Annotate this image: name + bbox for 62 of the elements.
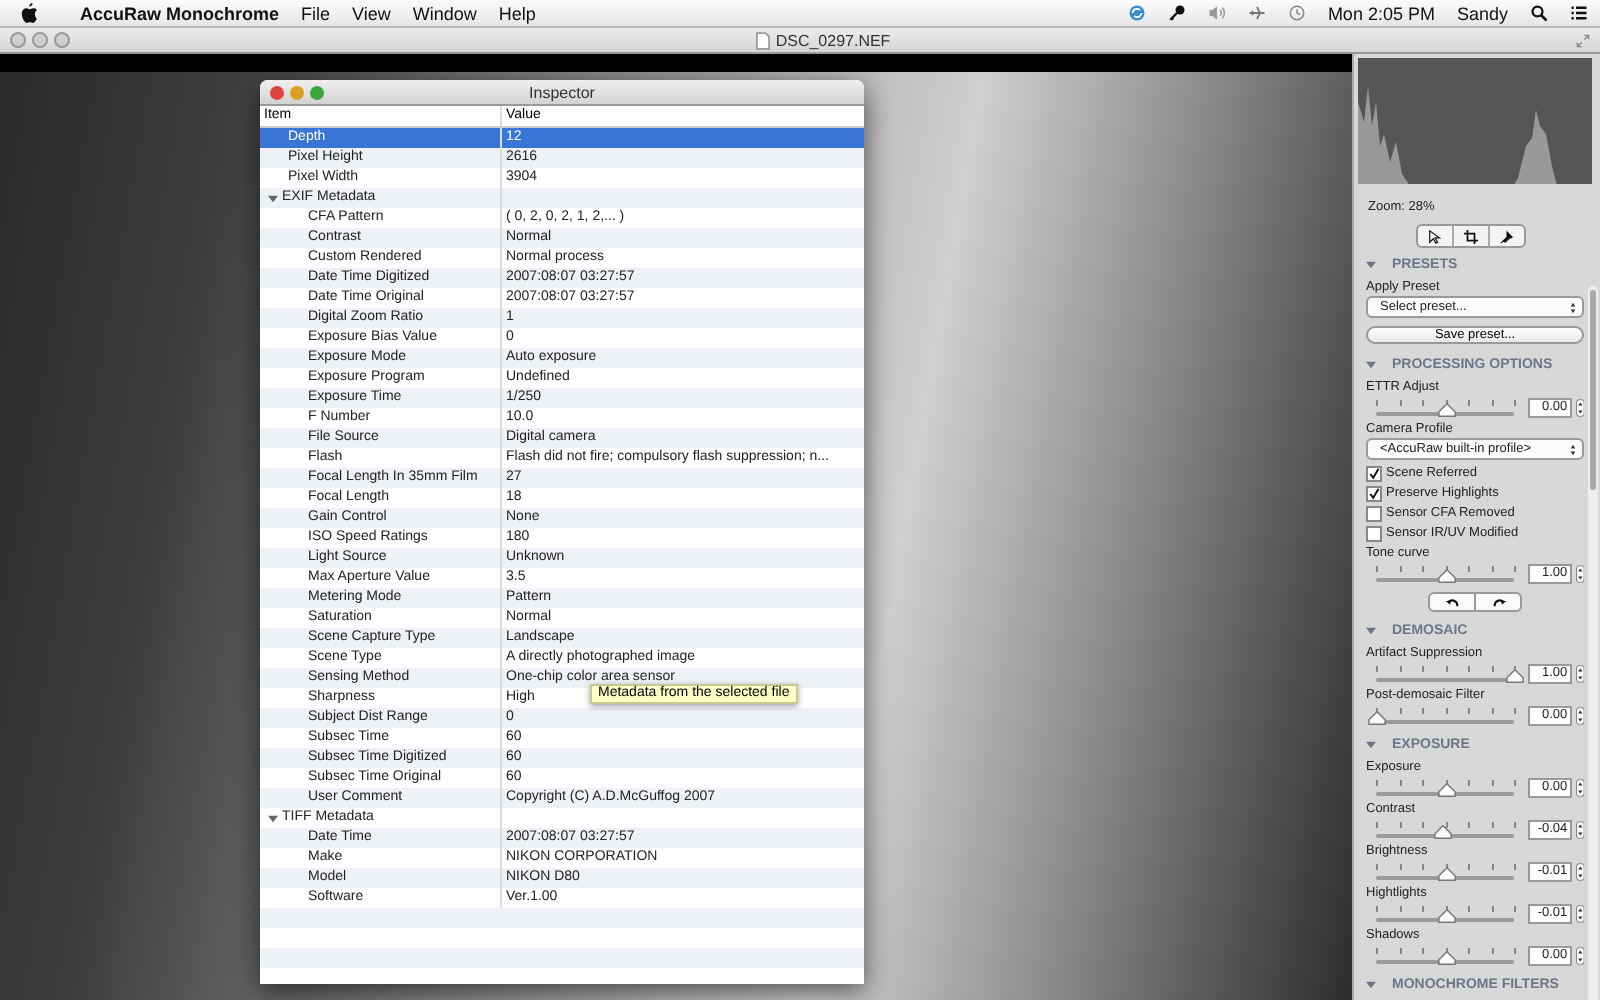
app-menu[interactable]: AccuRaw Monochrome <box>80 3 280 23</box>
pin-icon <box>1500 229 1514 243</box>
window-title: DSC_0297.NEF <box>775 31 891 49</box>
slider-thumb[interactable] <box>1437 950 1456 966</box>
rotate-left-button[interactable] <box>1428 592 1476 612</box>
scrollbar[interactable] <box>1588 286 1598 1000</box>
rotate-left-icon <box>1445 596 1459 608</box>
expanded-triangle-icon[interactable] <box>268 193 278 203</box>
stepper-icon[interactable] <box>1575 946 1584 966</box>
crop-icon <box>1464 229 1478 243</box>
stepper-icon[interactable] <box>1575 706 1584 726</box>
stepper-icon[interactable] <box>1575 820 1584 840</box>
slider-thumb[interactable] <box>1437 908 1456 924</box>
stepper-icon[interactable] <box>1575 664 1584 684</box>
stepper-icon[interactable] <box>1575 778 1584 798</box>
list-icon[interactable] <box>1570 4 1588 22</box>
expanded-triangle-icon <box>1366 626 1376 636</box>
slider-thumb[interactable] <box>1434 824 1453 840</box>
updown-arrows-icon <box>1570 443 1576 455</box>
stepper-icon[interactable] <box>1575 398 1584 418</box>
slider-thumb[interactable] <box>1368 710 1386 726</box>
stepper-icon[interactable] <box>1575 564 1584 584</box>
checkbox[interactable] <box>1366 466 1382 482</box>
pointer-icon <box>1428 229 1442 243</box>
close-button[interactable] <box>270 85 284 99</box>
slider-thumb[interactable] <box>1437 402 1456 418</box>
slider-thumb[interactable] <box>1437 782 1456 798</box>
slider-thumb[interactable] <box>1437 568 1456 584</box>
stepper-icon[interactable] <box>1575 862 1584 882</box>
clock-icon[interactable] <box>1287 4 1306 22</box>
checkbox[interactable] <box>1366 486 1382 502</box>
expanded-triangle-icon <box>1366 740 1376 750</box>
menu-item[interactable]: File <box>301 3 331 23</box>
expanded-triangle-icon <box>1366 360 1376 370</box>
apple-logo-icon[interactable] <box>20 2 38 24</box>
search-icon[interactable] <box>1530 4 1548 22</box>
fullscreen-icon[interactable] <box>1576 33 1591 47</box>
key-icon[interactable] <box>1167 4 1186 22</box>
slider-thumb[interactable] <box>1437 866 1456 882</box>
expanded-triangle-icon <box>1366 980 1376 990</box>
zoom-button[interactable] <box>310 85 324 99</box>
updown-arrows-icon <box>1570 301 1576 313</box>
sync-icon[interactable] <box>1127 4 1146 22</box>
expanded-triangle-icon[interactable] <box>268 813 278 823</box>
volume-icon[interactable] <box>1207 4 1226 22</box>
close-button[interactable] <box>10 32 26 48</box>
rotate-right-button[interactable] <box>1476 592 1522 612</box>
menu-item[interactable]: Window <box>412 3 477 23</box>
airplane-icon[interactable] <box>1247 4 1266 22</box>
menu-item[interactable]: Help <box>498 3 536 23</box>
checkbox[interactable] <box>1366 506 1382 522</box>
slider-thumb[interactable] <box>1506 668 1525 684</box>
checkbox[interactable] <box>1366 526 1382 542</box>
menu-clock[interactable]: Mon 2:05 PM <box>1327 3 1435 23</box>
user-menu[interactable]: Sandy <box>1456 3 1508 23</box>
window-title: Inspector <box>529 83 595 101</box>
zoom-button[interactable] <box>54 32 70 48</box>
stepper-icon[interactable] <box>1575 904 1584 924</box>
expanded-triangle-icon <box>1366 260 1376 270</box>
minimize-button[interactable] <box>32 32 48 48</box>
rotate-right-icon <box>1491 596 1505 608</box>
menu-item[interactable]: View <box>352 3 391 23</box>
